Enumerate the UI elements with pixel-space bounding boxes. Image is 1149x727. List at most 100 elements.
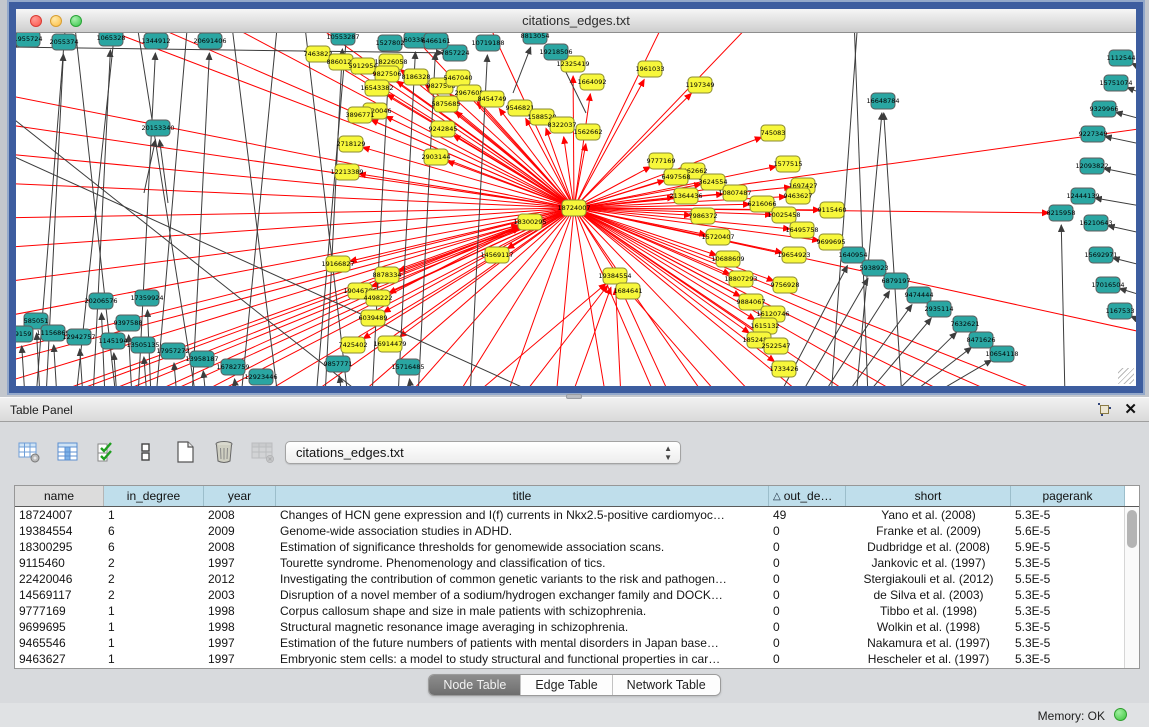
graph-node[interactable]: 1145194 [99, 333, 128, 349]
graph-node[interactable]: 1197349 [686, 77, 715, 93]
graph-node[interactable]: 15716485 [391, 359, 424, 375]
graph-edge[interactable] [1119, 288, 1136, 295]
graph-node[interactable]: 15751074 [1099, 75, 1132, 91]
graph-node[interactable]: 19654923 [777, 247, 810, 263]
graph-edge[interactable] [453, 135, 574, 208]
graph-node[interactable]: 9884067 [737, 294, 766, 310]
graph-node[interactable]: 10654118 [985, 346, 1018, 362]
graph-node[interactable]: 10807487 [718, 185, 751, 201]
graph-node[interactable]: 1344912 [142, 33, 171, 49]
graph-node[interactable]: 13505135 [126, 337, 159, 353]
graph-edge[interactable] [573, 76, 574, 208]
graph-node[interactable]: 17359924 [130, 290, 163, 306]
column-header-title[interactable]: title [276, 486, 769, 506]
graph-node[interactable]: 10025458 [767, 207, 800, 223]
graph-node[interactable]: 5938923 [860, 260, 889, 276]
graph-node[interactable]: 12093822 [1075, 158, 1108, 174]
vertical-scrollbar[interactable] [1124, 507, 1139, 668]
table-row[interactable]: 2242004622012Investigating the contribut… [15, 571, 1139, 587]
graph-node[interactable]: 15720407 [701, 229, 734, 245]
graph-node[interactable]: 10553287 [326, 33, 359, 45]
graph-node[interactable]: 15692971 [1084, 247, 1117, 263]
graph-node[interactable]: 1733426 [770, 361, 799, 377]
graph-node[interactable]: 9699695 [817, 234, 846, 250]
graph-node[interactable]: 8322037 [548, 117, 577, 133]
graph-node[interactable]: 1167533 [1106, 303, 1135, 319]
graph-node[interactable]: 12213389 [330, 164, 363, 180]
scrollbar-thumb[interactable] [1127, 510, 1137, 548]
graph-node[interactable]: 20691406 [193, 33, 226, 49]
graph-node[interactable]: 8813054 [521, 33, 550, 44]
graph-edge[interactable] [203, 371, 206, 386]
close-panel-icon[interactable]: ✕ [1124, 400, 1137, 418]
graph-node[interactable]: 18724007 [557, 200, 590, 216]
graph-node[interactable]: 1961033 [636, 61, 665, 77]
table-row[interactable]: 969969511998Structural magnetic resonanc… [15, 619, 1139, 635]
graph-node[interactable]: 1684641 [614, 283, 643, 299]
graph-node[interactable]: 6466161 [422, 33, 451, 49]
column-header-short[interactable]: short [846, 486, 1011, 506]
table-row[interactable]: 1456911722003Disruption of a novel membe… [15, 587, 1139, 603]
graph-node[interactable]: 9115460 [818, 202, 847, 218]
graph-edge[interactable] [556, 208, 574, 386]
graph-node[interactable]: 8454749 [478, 91, 507, 107]
network-canvas[interactable]: 1830029519384554746382288601285912954182… [16, 33, 1136, 386]
graph-edge[interactable] [241, 33, 278, 386]
graph-node[interactable]: 1664092 [578, 74, 607, 90]
table-row[interactable]: 977716911998Corpus callosum shape and si… [15, 603, 1139, 619]
graph-node[interactable]: 2935114 [925, 301, 954, 317]
graph-edge[interactable] [513, 47, 531, 93]
column-header-in_degree[interactable]: in_degree [104, 486, 204, 506]
graph-node[interactable]: 19218506 [539, 44, 572, 60]
column-header-year[interactable]: year [204, 486, 276, 506]
graph-edge[interactable] [156, 33, 188, 386]
graph-edge[interactable] [16, 208, 574, 218]
graph-node[interactable]: 9329966 [1090, 101, 1119, 117]
table-selector-dropdown[interactable]: citations_edges.txt ▲▼ [285, 441, 681, 464]
graph-node[interactable]: 8215958 [1047, 205, 1076, 221]
graph-node[interactable]: 8471626 [967, 332, 996, 348]
graph-edge[interactable] [304, 33, 348, 386]
graph-node[interactable]: 12444139 [1066, 188, 1099, 204]
graph-node[interactable]: 16914479 [373, 336, 406, 352]
graph-edge[interactable] [16, 93, 574, 208]
graph-node[interactable]: 6497568 [662, 169, 691, 185]
graph-node[interactable]: 12923446 [244, 369, 277, 385]
graph-node[interactable]: 14569117 [480, 247, 513, 263]
graph-node[interactable]: 2903144 [422, 149, 451, 165]
graph-node[interactable]: 3896771 [346, 107, 375, 123]
column-header-name[interactable]: name [15, 486, 104, 506]
graph-node[interactable]: 8878334 [373, 267, 402, 283]
graph-node[interactable]: 20206576 [84, 293, 117, 309]
graph-edge[interactable] [927, 360, 992, 386]
graph-edge[interactable] [1105, 136, 1136, 144]
graph-node[interactable]: 7986372 [689, 208, 718, 224]
graph-node[interactable]: 1577515 [774, 156, 803, 172]
graph-node[interactable]: 20153340 [141, 120, 174, 136]
graph-node[interactable]: 13958187 [185, 351, 218, 367]
graph-node[interactable]: 16648784 [866, 93, 899, 109]
graph-node[interactable]: 17016504 [1091, 277, 1124, 293]
graph-node[interactable]: 9777169 [647, 153, 676, 169]
table-settings-icon[interactable] [16, 439, 42, 465]
graph-edge[interactable] [574, 208, 656, 386]
table-row[interactable]: 946362711997Embryonic stem cells: a mode… [15, 651, 1139, 667]
graph-node[interactable]: 16543382 [360, 80, 393, 96]
graph-node[interactable]: 9397588 [114, 315, 143, 331]
tab-node-table[interactable]: Node Table [429, 675, 520, 695]
graph-node[interactable]: 5467040 [444, 70, 473, 86]
table-row[interactable]: 1830029562008Estimation of significance … [15, 539, 1139, 555]
graph-node[interactable]: 21364436 [669, 188, 702, 204]
graph-edge[interactable] [54, 345, 57, 386]
graph-node[interactable]: 7632621 [951, 316, 980, 332]
graph-edge[interactable] [101, 313, 105, 386]
graph-node[interactable]: 9474444 [905, 287, 934, 303]
graph-node[interactable]: 5875685 [432, 96, 461, 112]
graph-node[interactable]: 9242845 [429, 121, 458, 137]
graph-node[interactable]: 2522547 [762, 338, 791, 354]
graph-edge[interactable] [16, 153, 574, 208]
graph-node[interactable]: 16495758 [785, 222, 818, 238]
column-header-out_degree[interactable]: △out_de… [769, 486, 846, 506]
graph-edge[interactable] [1127, 87, 1136, 93]
network-window-titlebar[interactable]: citations_edges.txt [16, 9, 1136, 33]
